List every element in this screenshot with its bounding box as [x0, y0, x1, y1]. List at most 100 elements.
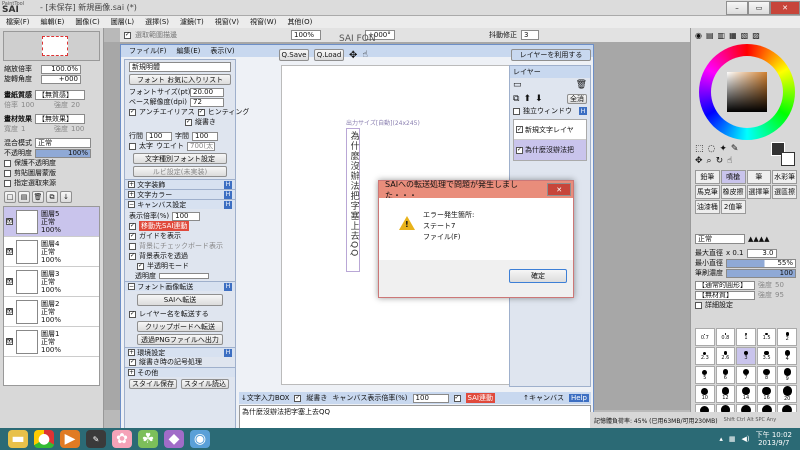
chrome-icon[interactable]: ● [34, 430, 54, 448]
layer-visibility-icon[interactable]: 👁 [6, 308, 13, 315]
brush-tool-7[interactable]: 選區擦 [772, 185, 797, 199]
auto-layer-name-check[interactable]: ✓ [129, 310, 136, 318]
quick-load-button[interactable]: Q.Load [314, 49, 344, 61]
hand-icon[interactable]: ☝ [362, 50, 367, 60]
sai-taskbar-icon[interactable]: ✎ [86, 430, 106, 448]
protect-opacity-check[interactable] [4, 159, 11, 167]
weight-field[interactable]: 700(太 [187, 141, 215, 151]
plugin-menu-view[interactable]: 表示(V) [210, 46, 234, 56]
style-save-button[interactable]: スタイル保存 [129, 379, 177, 389]
brush-size-cell[interactable]: 6 [715, 366, 736, 384]
text-layer-item[interactable]: ✓ 為什麼沒辦法把 [514, 140, 586, 160]
brush-size-cell[interactable]: 10 [695, 385, 715, 403]
section-font-transfer[interactable]: − フォント画像転送 H [125, 281, 235, 291]
scratch-tab-icon[interactable]: ▨ [752, 31, 760, 40]
rotate-tool-icon[interactable]: ↻ [716, 156, 724, 166]
rgb-tab-icon[interactable]: ▤ [706, 31, 714, 40]
layer-row[interactable]: 👁 圖層2 正常 100% [4, 297, 99, 327]
brush-size-cell[interactable]: 2.6 [715, 347, 736, 365]
vertical-check[interactable]: ✓ [185, 118, 192, 126]
text-input-box[interactable]: 為什麼沒辦法把字塞上去QQ [239, 405, 591, 429]
brush-tool-4[interactable]: 馬克筆 [695, 185, 720, 199]
brush-size-cell[interactable]: 2 [777, 328, 797, 346]
menu-other[interactable]: 其他(O) [287, 17, 312, 27]
down-arrow-icon[interactable]: ⬇ [535, 94, 543, 104]
font-setting-button[interactable]: 文字種別フォント設定 [133, 153, 227, 164]
app-icon-green[interactable]: ☘ [138, 430, 158, 448]
quick-save-button[interactable]: Q.Save [279, 49, 309, 61]
brush-blend-select[interactable]: 正常 [695, 234, 745, 244]
app-icon-blue[interactable]: ◉ [190, 430, 210, 448]
brush-size-cell[interactable]: 3 [736, 347, 756, 365]
brush-size-cell[interactable]: 5 [695, 366, 715, 384]
app-icon-purple[interactable]: ◆ [164, 430, 184, 448]
menu-select[interactable]: 選擇(S) [145, 17, 169, 27]
sub-color-swatch[interactable] [781, 152, 795, 166]
brush-size-cell[interactable]: 16 [756, 385, 777, 403]
menu-image[interactable]: 圖像(C) [75, 17, 99, 27]
style-read-button[interactable]: スタイル読込 [181, 379, 229, 389]
up-arrow-icon[interactable]: ⬆ [523, 94, 531, 104]
minimize-button[interactable]: – [726, 0, 748, 15]
brush-size-cell[interactable]: 0.7 [695, 328, 715, 346]
brush-size-cell[interactable]: 4 [777, 347, 797, 365]
base-res-field[interactable]: 72 [190, 97, 224, 107]
send-to-sai-button[interactable]: SAIへ転送 [137, 294, 223, 306]
merge-down-icon[interactable]: ↓ [60, 191, 72, 203]
char-spacing-field[interactable]: 100 [192, 131, 218, 141]
plugin-menu-file[interactable]: ファイル(F) [129, 46, 167, 56]
brush-tool-5[interactable]: 橡皮擦 [720, 185, 746, 199]
brush-size-cell[interactable]: 12 [715, 385, 736, 403]
section-decoration[interactable]: + 文字装飾 H [125, 179, 235, 189]
new-layer-icon[interactable]: □ [4, 191, 16, 203]
layer-use-button[interactable]: レイヤーを利用する [511, 49, 591, 61]
menu-filter[interactable]: 濾鏡(T) [180, 17, 204, 27]
layer-visibility-icon[interactable]: 👁 [6, 278, 13, 285]
rotate-value-field[interactable]: +000 [41, 74, 81, 84]
brush-texture-select[interactable]: 【無材質】 [695, 290, 755, 300]
png-export-button[interactable]: 透過PNGファイルへ出力 [137, 334, 223, 345]
plugin-menu-edit[interactable]: 編集(E) [177, 46, 201, 56]
hand-tool-icon[interactable]: ☝ [727, 156, 732, 166]
zoom-field[interactable]: 100% [291, 30, 321, 40]
help-button[interactable]: Help [569, 394, 589, 402]
swatch-tab-icon[interactable]: ▧ [741, 31, 749, 40]
section-settings[interactable]: + 環境設定 H [125, 347, 235, 357]
display-zoom-field[interactable]: 100 [172, 211, 201, 221]
bg-check-check[interactable] [129, 242, 136, 250]
hinting-check[interactable]: ✓ [197, 108, 205, 116]
brush-tool-3[interactable]: 水彩筆 [772, 170, 797, 184]
independent-window-check[interactable] [513, 107, 520, 115]
select-rect-icon[interactable]: ⬚ [695, 144, 704, 154]
palette-tab-icon[interactable]: ▦ [729, 31, 737, 40]
layer-visibility-icon[interactable]: 👁 [6, 218, 13, 225]
color-wheel[interactable] [699, 44, 795, 140]
stabilizer-field[interactable]: 3 [521, 30, 539, 40]
brush-size-cell[interactable]: 1 [736, 328, 756, 346]
antialias-check[interactable]: ✓ [129, 108, 136, 116]
new-text-layer-icon[interactable]: ▭ [513, 80, 522, 90]
clock-date[interactable]: 2013/9/7 [758, 439, 789, 447]
volume-icon[interactable]: ◀) [741, 435, 749, 443]
maximize-button[interactable]: ▭ [748, 0, 770, 15]
media-player-icon[interactable]: ▶ [60, 430, 80, 448]
delete-layer-icon[interactable]: 🗑 [576, 80, 587, 90]
network-icon[interactable]: ▦ [729, 435, 736, 443]
brush-tool-9[interactable]: 2值筆 [720, 200, 746, 214]
brush-shape-select[interactable]: 【通常的圓形】 [695, 280, 755, 290]
canvas-zoom-field[interactable]: 100 [412, 393, 449, 403]
file-explorer-icon[interactable]: ▬ [8, 430, 28, 448]
menu-view[interactable]: 視窗(V) [215, 17, 239, 27]
brush-tool-1[interactable]: 噴槍 [720, 170, 746, 184]
brush-size-cell[interactable]: 20 [777, 385, 797, 403]
clipboard-button[interactable]: クリップボードへ転送 [137, 321, 223, 332]
effect-select[interactable]: 【無效果】 [35, 114, 85, 124]
min-size-slider[interactable]: 55% [726, 258, 796, 268]
clipping-group-check[interactable] [4, 169, 11, 177]
copy-layer-icon[interactable]: ⧉ [46, 191, 58, 203]
section-others[interactable]: + その他 [125, 367, 235, 377]
bottom-sai-link-check[interactable]: ✓ [453, 394, 461, 402]
density-slider[interactable]: 100 [726, 268, 796, 278]
dialog-close-button[interactable]: ✕ [547, 183, 571, 196]
menu-edit[interactable]: 編輯(E) [41, 17, 65, 27]
